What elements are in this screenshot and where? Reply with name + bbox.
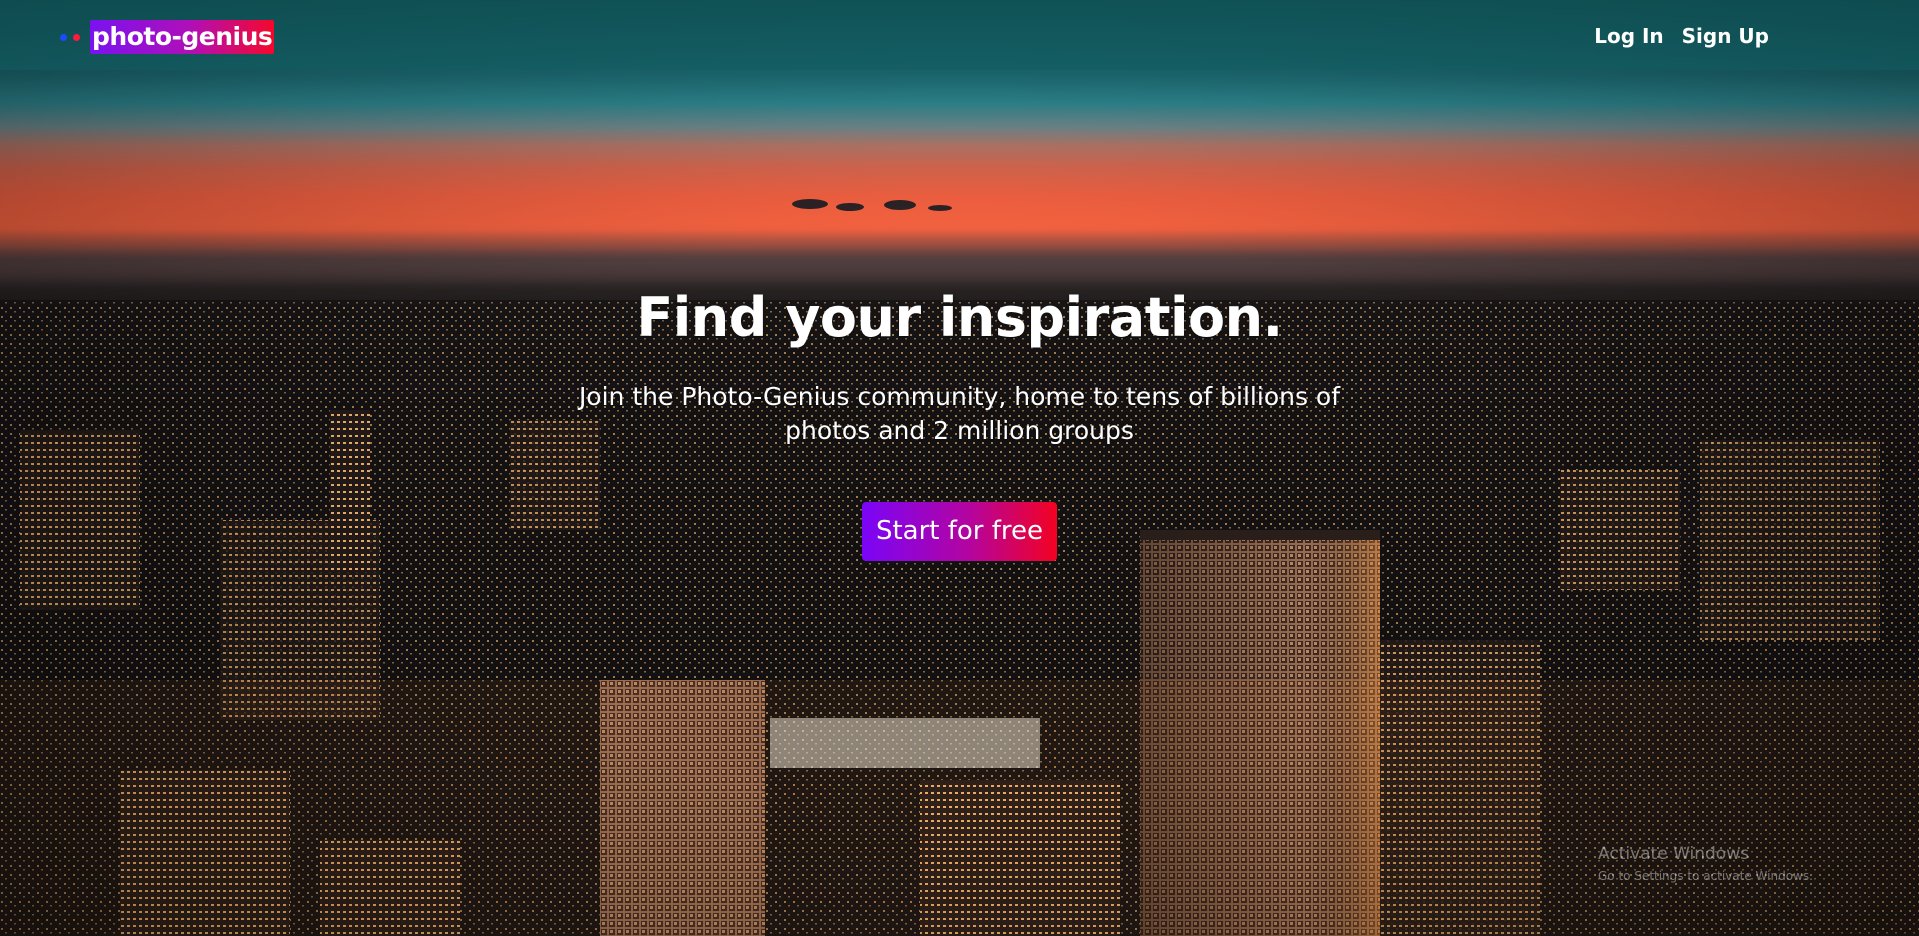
hero-title: Find your inspiration. bbox=[636, 286, 1283, 349]
top-navbar: photo-genius Log In Sign Up bbox=[0, 0, 1919, 70]
signup-link[interactable]: Sign Up bbox=[1682, 21, 1769, 51]
landing-page: photo-genius Log In Sign Up Find your in… bbox=[0, 0, 1919, 936]
watermark-subtitle: Go to Settings to activate Windows. bbox=[1598, 869, 1813, 883]
auth-nav: Log In Sign Up bbox=[1594, 21, 1769, 51]
hero-section: Find your inspiration. Join the Photo-Ge… bbox=[0, 282, 1919, 561]
logo-red-dot-icon bbox=[73, 33, 80, 41]
login-link[interactable]: Log In bbox=[1594, 21, 1663, 51]
watermark-title: Activate Windows bbox=[1598, 844, 1749, 864]
logo-blue-dot-icon bbox=[60, 33, 67, 41]
hero-subtitle: Join the Photo-Genius community, home to… bbox=[578, 382, 1341, 445]
brand-name: photo-genius bbox=[90, 20, 275, 54]
start-for-free-button[interactable]: Start for free bbox=[861, 502, 1058, 561]
activate-windows-watermark: Activate Windows Go to Settings to activ… bbox=[1598, 843, 1813, 885]
brand-logo[interactable]: photo-genius bbox=[60, 20, 275, 54]
